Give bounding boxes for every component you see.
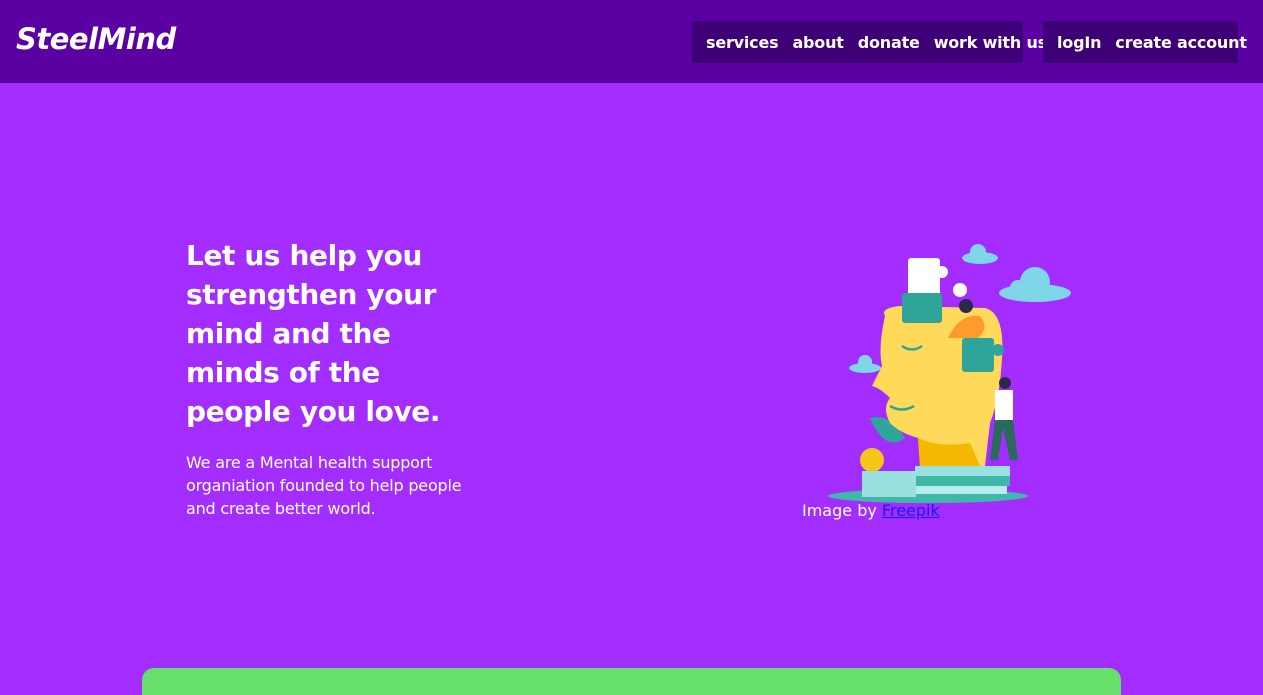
green-section-panel	[142, 668, 1121, 695]
hero-title: Let us help you strengthen your mind and…	[186, 239, 441, 428]
freepik-link[interactable]: Freepik	[882, 501, 940, 520]
site-header: SteelMind services about donate work wit…	[0, 0, 1263, 83]
nav-about-link[interactable]: about	[792, 33, 843, 52]
login-link[interactable]: logIn	[1057, 33, 1101, 52]
book	[915, 486, 1007, 494]
lightbulb-icon	[860, 448, 884, 472]
nav-donate-link[interactable]: donate	[858, 33, 920, 52]
box	[862, 471, 916, 497]
person-icon	[999, 377, 1011, 389]
puzzle-piece-icon	[962, 338, 994, 372]
image-credit: Image by Freepik	[802, 500, 940, 522]
create-account-link[interactable]: create account	[1115, 33, 1247, 52]
nav-services-link[interactable]: services	[706, 33, 779, 52]
person-icon	[959, 299, 973, 313]
book	[915, 466, 1010, 476]
hero-description: We are a Mental health support organiati…	[186, 453, 462, 518]
puzzle-piece-icon	[902, 293, 942, 323]
main-nav: services about donate work with us	[692, 21, 1047, 63]
nav-work-with-us-link[interactable]: work with us	[934, 33, 1047, 52]
image-credit-prefix: Image by	[802, 501, 877, 520]
mind-puzzle-illustration	[828, 244, 1071, 503]
auth-nav: logIn create account	[1043, 21, 1247, 63]
book	[910, 476, 1010, 486]
brand-logo[interactable]: SteelMind	[16, 22, 176, 56]
